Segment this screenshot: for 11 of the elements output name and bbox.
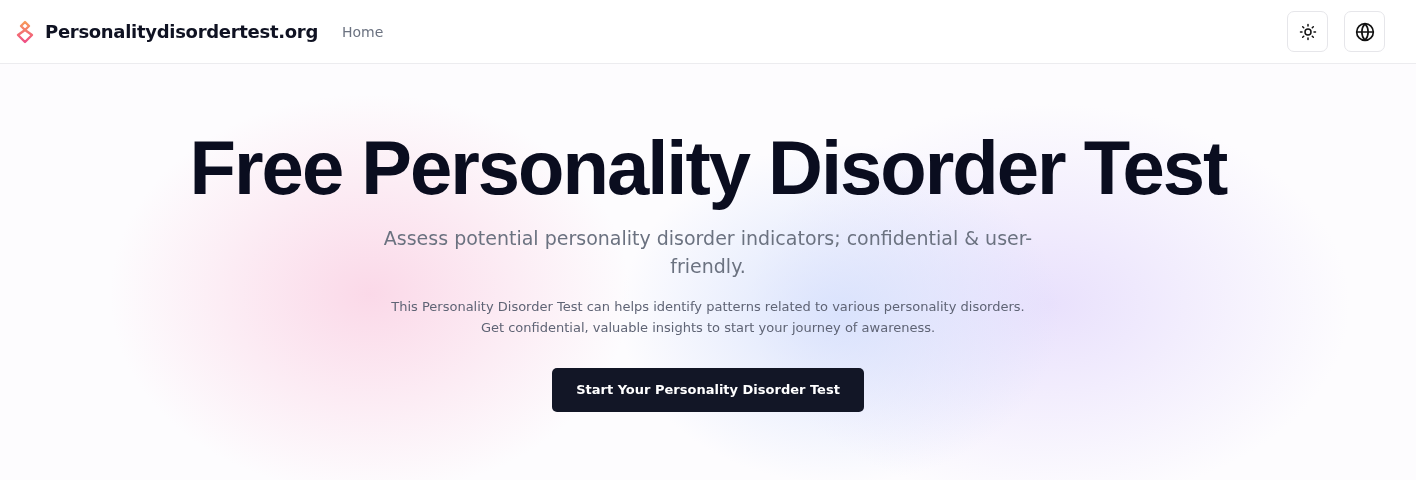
nav-link[interactable]: Home <box>342 23 384 40</box>
site-name-link[interactable]: Personalitydisordertest.org <box>45 21 318 42</box>
theme-toggle-button[interactable] <box>1287 11 1328 52</box>
hero-description: This Personality Disorder Test can helps identify patterns related to various personality disorders. Get confidential, valuable insights to start your journey of awareness. <box>390 297 1026 337</box>
hero-subtitle: Assess potential personality disorder indicators; confidential & user-friendly. <box>382 225 1034 279</box>
language-button[interactable] <box>1344 11 1385 52</box>
logo-icon <box>15 19 35 44</box>
hero-title: Free Personality Disorder Test <box>189 126 1227 210</box>
start-test-button[interactable]: Start Your Personality Disorder Test <box>552 367 864 412</box>
sun-icon <box>1298 22 1317 41</box>
globe-icon <box>1354 21 1375 42</box>
